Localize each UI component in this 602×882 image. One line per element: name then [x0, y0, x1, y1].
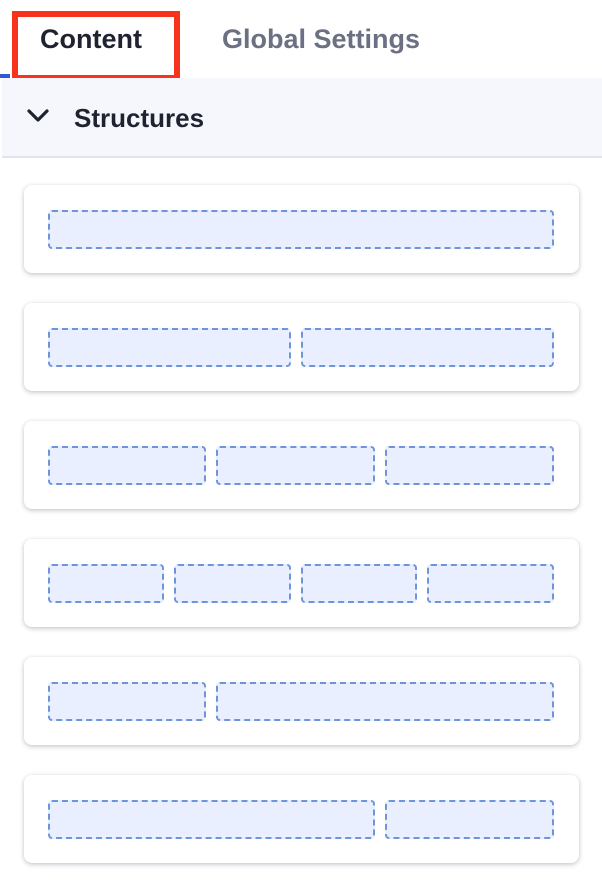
- structure-card-2-columns[interactable]: [24, 303, 579, 391]
- tab-content[interactable]: Content: [40, 0, 142, 78]
- structure-column: [48, 328, 291, 367]
- structure-column: [216, 446, 375, 485]
- structure-column: [301, 328, 554, 367]
- structure-column: [385, 446, 554, 485]
- structure-card-1-2-columns[interactable]: [24, 657, 579, 745]
- structure-column: [48, 564, 164, 603]
- structure-column: [301, 564, 417, 603]
- structure-column: [48, 682, 206, 721]
- section-title: Structures: [74, 102, 205, 133]
- structure-column: [174, 564, 291, 603]
- tab-bar: Content Global Settings: [0, 0, 602, 78]
- tab-global-settings[interactable]: Global Settings: [222, 0, 420, 78]
- structure-card-4-columns[interactable]: [24, 539, 579, 627]
- structure-column: [48, 800, 375, 839]
- structure-column: [48, 446, 206, 485]
- structure-card-2-1-columns[interactable]: [24, 775, 579, 863]
- structure-column: [216, 682, 554, 721]
- structures-section-header[interactable]: Structures: [2, 78, 602, 158]
- structure-card-1-column[interactable]: [24, 185, 579, 273]
- structure-column: [427, 564, 554, 603]
- structure-column: [48, 210, 554, 249]
- structure-card-3-columns[interactable]: [24, 421, 579, 509]
- chevron-down-icon: [26, 104, 50, 128]
- structure-column: [385, 800, 554, 839]
